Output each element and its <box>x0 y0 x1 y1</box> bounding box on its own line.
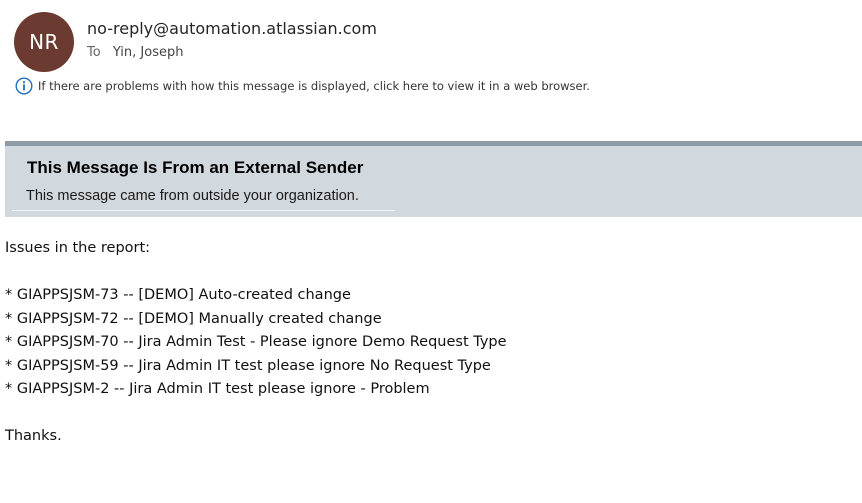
banner-title: This Message Is From an External Sender <box>27 158 364 177</box>
recipient-name[interactable]: Yin, Joseph <box>113 45 184 60</box>
view-in-browser-notice[interactable]: If there are problems with how this mess… <box>15 77 590 95</box>
issue-item: * GIAPPSJSM-2 -- Jira Admin IT test plea… <box>5 381 430 397</box>
issue-item: * GIAPPSJSM-59 -- Jira Admin IT test ple… <box>5 357 491 374</box>
body-intro: Issues in the report: <box>5 240 151 256</box>
issue-item: * GIAPPSJSM-70 -- Jira Admin Test - Plea… <box>5 334 507 350</box>
issue-item: * GIAPPSJSM-72 -- [DEMO] Manually create… <box>5 310 382 327</box>
sender-avatar[interactable]: NR <box>14 12 74 72</box>
recipient-line: To Yin, Joseph <box>87 45 183 60</box>
banner-subtitle: This message came from outside your orga… <box>26 188 359 204</box>
banner-divider <box>12 210 395 211</box>
sender-address[interactable]: no-reply@automation.atlassian.com <box>87 19 377 38</box>
email-header: NR no-reply@automation.atlassian.com To … <box>0 0 862 120</box>
to-label: To <box>87 45 101 60</box>
external-sender-banner: This Message Is From an External Sender … <box>5 141 862 217</box>
body-closing: Thanks. <box>5 428 62 444</box>
view-in-browser-text[interactable]: If there are problems with how this mess… <box>38 79 590 93</box>
info-icon <box>15 77 33 95</box>
message-body: Issues in the report: * GIAPPSJSM-73 -- … <box>5 237 507 449</box>
issue-item: * GIAPPSJSM-73 -- [DEMO] Auto-created ch… <box>5 287 351 303</box>
